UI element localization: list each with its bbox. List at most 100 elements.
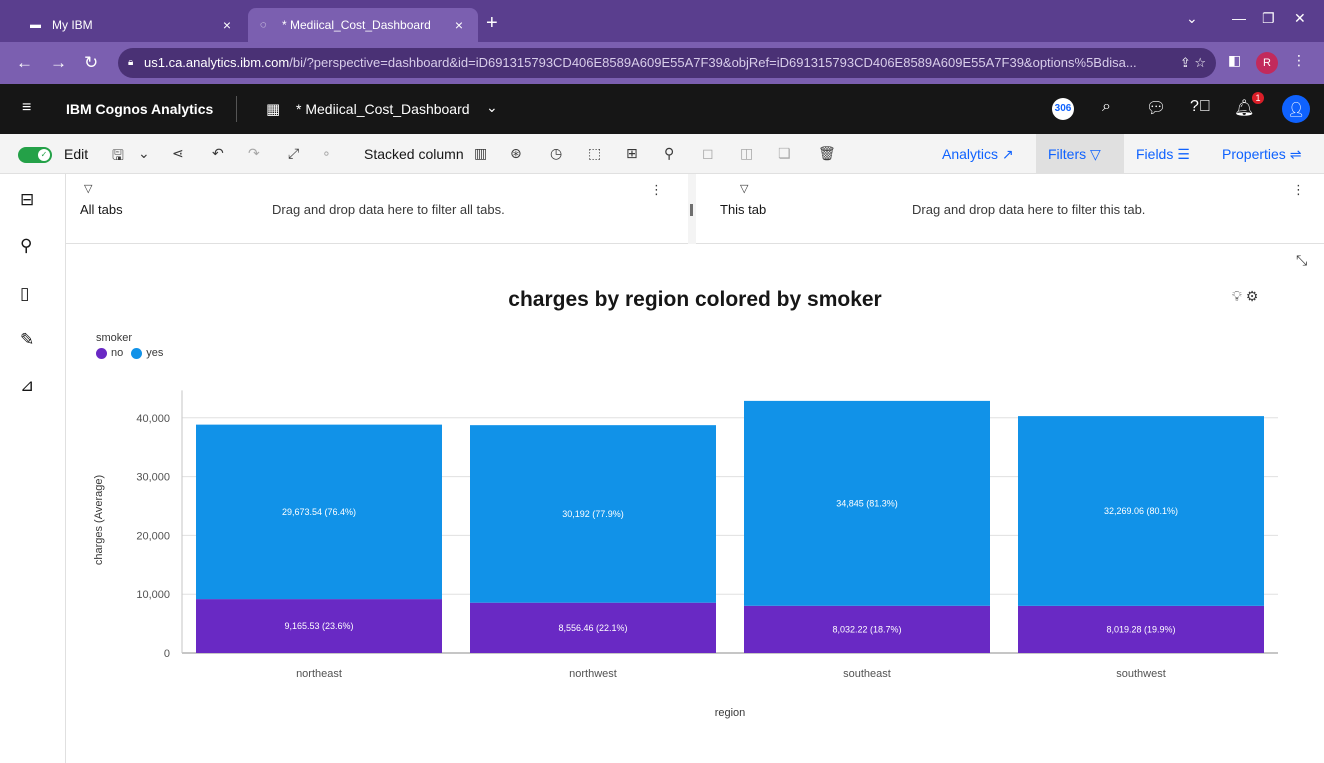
save-icon[interactable]: 🖫︎ — [112, 145, 124, 169]
collapse-icon[interactable]: ⤡ — [1296, 252, 1307, 269]
close-tab-icon[interactable]: × — [452, 17, 466, 33]
browser-tab-strip: ▬ My IBM × ◌ * Mediical_Cost_Dashboard ×… — [0, 0, 1324, 42]
funnel-icon: ▽ — [1090, 146, 1101, 162]
funnel-icon: ▽ — [84, 183, 93, 195]
widgets-icon[interactable]: ⊿ — [20, 376, 34, 396]
address-bar-row: ← → ↻ 🔒︎ us1.ca.analytics.ibm.com/bi/?pe… — [0, 42, 1324, 84]
close-window-icon[interactable]: ✕ — [1294, 10, 1306, 27]
data-label: 8,019.28 (19.9%) — [1106, 624, 1175, 634]
stacked-column-chart[interactable]: 0 10,000 20,000 30,000 40,000 charges (Averag… — [66, 244, 1324, 763]
notification-count-badge: 1 — [1252, 92, 1264, 104]
y-tick-label: 0 — [164, 648, 170, 660]
app-header: ≡ IBM Cognos Analytics ▦ * Mediical_Cost… — [0, 84, 1324, 134]
legend-item-yes[interactable]: yes — [131, 347, 163, 359]
undo-icon[interactable]: ↶ — [212, 145, 224, 162]
more-options-icon[interactable]: ⋮ — [1292, 182, 1305, 198]
properties-button[interactable]: Properties ⇌ — [1222, 146, 1301, 163]
duplicate-icon[interactable]: ❏ — [778, 145, 791, 162]
data-tree-icon[interactable]: ⊟ — [20, 190, 34, 210]
url-path: /bi/?perspective=dashboard&id=iD69131579… — [289, 55, 1137, 70]
share-page-icon[interactable]: ⇪ ☆ — [1180, 48, 1206, 78]
filters-button[interactable]: Filters ▽ — [1048, 146, 1101, 163]
filter-splitter[interactable] — [688, 174, 696, 244]
visualizations-icon[interactable]: ▯ — [20, 284, 29, 304]
y-tick-label: 40,000 — [136, 413, 170, 425]
more-options-icon[interactable]: ⋮ — [650, 182, 663, 198]
insights-icon[interactable]: 💡︎ ⚙︎ — [1232, 288, 1258, 305]
x-tick-label: southwest — [1116, 668, 1166, 680]
fields-icon: ☰ — [1177, 146, 1190, 162]
minimize-icon[interactable]: — — [1232, 10, 1246, 26]
table-icon[interactable]: ⊞ — [626, 145, 638, 162]
forward-icon[interactable]: → — [50, 53, 67, 73]
browser-tab-my-ibm[interactable]: ▬ My IBM × — [18, 8, 246, 42]
y-tick-label: 10,000 — [136, 589, 170, 601]
paste-icon[interactable]: ◫ — [740, 145, 753, 162]
data-label: 8,032.22 (18.7%) — [832, 624, 901, 634]
browser-menu-icon[interactable]: ⋮ — [1292, 52, 1306, 69]
chevron-down-icon[interactable]: ⌄ — [486, 99, 498, 116]
bell-icon[interactable]: 🔔︎ — [1234, 98, 1254, 118]
x-axis-title: region — [715, 707, 746, 719]
legend: no yes — [96, 347, 171, 359]
tab-title: * Mediical_Cost_Dashboard — [282, 18, 431, 32]
this-tab-filter-drop-zone[interactable]: ▽ This tab Drag and drop data here to fi… — [696, 174, 1324, 244]
left-rail: ⊟ ⚲ ▯ ✎ ⊿ — [0, 174, 66, 763]
timer-icon[interactable]: ◷ — [550, 145, 562, 162]
select-area-icon[interactable]: ⬚ — [588, 145, 601, 162]
chevron-down-icon[interactable]: ⌄ — [138, 145, 150, 162]
back-icon[interactable]: ← — [16, 53, 33, 73]
tab-search-chevron-icon[interactable]: ⌄ — [1186, 10, 1198, 27]
new-tab-button[interactable]: + — [486, 12, 498, 35]
fields-label: Fields — [1136, 146, 1174, 162]
drag-handle-icon — [690, 204, 693, 216]
fields-button[interactable]: Fields ☰ — [1136, 146, 1190, 163]
assets-icon[interactable]: ✎ — [20, 330, 34, 350]
pin-icon[interactable]: ⚲ — [20, 236, 32, 256]
all-tabs-filter-drop-zone[interactable]: ▽ All tabs Drag and drop data here to fi… — [66, 174, 688, 244]
browser-tab-dashboard[interactable]: ◌ * Mediical_Cost_Dashboard × — [248, 8, 478, 42]
legend-item-no[interactable]: no — [96, 347, 123, 359]
data-label: 9,165.53 (23.6%) — [284, 621, 353, 631]
properties-icon: ⇌ — [1289, 146, 1302, 162]
user-icon[interactable]: 👤︎ — [1282, 95, 1310, 123]
reload-icon[interactable]: ↻ — [84, 53, 98, 73]
chat-icon[interactable]: 💬︎ — [1146, 98, 1166, 118]
palette-icon[interactable]: ⊛ — [510, 145, 522, 162]
trash-icon[interactable]: 🗑︎ — [818, 145, 836, 162]
legend-swatch — [131, 347, 143, 359]
pin-icon[interactable]: ⚲ — [664, 145, 674, 162]
analytics-label: Analytics — [942, 146, 999, 162]
dashboard-name[interactable]: * Mediical_Cost_Dashboard — [296, 101, 470, 117]
dashboard-icon: ▦ — [266, 101, 281, 118]
chart-title: charges by region colored by smoker — [508, 288, 882, 311]
y-tick-label: 30,000 — [136, 472, 170, 484]
chart-type-selector[interactable]: Stacked column — [364, 146, 464, 162]
ibm-favicon-icon: ▬ — [30, 19, 41, 31]
side-panel-icon[interactable]: ◧ — [1228, 52, 1241, 69]
browser-profile-avatar[interactable]: R — [1256, 52, 1278, 74]
cognos-favicon-icon: ◌ — [260, 19, 267, 31]
edit-mode-toggle[interactable]: ✓ — [18, 147, 52, 163]
status-badge[interactable]: 306 — [1052, 98, 1074, 120]
share-icon[interactable]: ⋖ — [172, 145, 184, 162]
y-tick-label: 20,000 — [136, 530, 170, 542]
connect-icon[interactable]: ∘ — [322, 145, 331, 162]
funnel-icon: ▽ — [740, 183, 749, 195]
menu-icon[interactable]: ≡ — [22, 99, 31, 117]
x-tick-label: southeast — [843, 668, 891, 680]
visualization-widget[interactable]: 0 10,000 20,000 30,000 40,000 charges (Averag… — [66, 244, 1324, 763]
stacked-column-icon[interactable]: ▥ — [474, 145, 487, 162]
analytics-button[interactable]: Analytics ↗ — [942, 146, 1014, 163]
help-icon[interactable]: ?⃝ — [1190, 98, 1211, 116]
dashboard-toolbar: ✓ Edit 🖫︎ ⌄ ⋖ ↶ ↷ ⤢ ∘ Stacked column ▥ ⊛… — [0, 134, 1324, 174]
close-tab-icon[interactable]: × — [220, 17, 234, 33]
url-field[interactable]: 🔒︎ us1.ca.analytics.ibm.com/bi/?perspect… — [118, 48, 1216, 78]
copy-icon[interactable]: ◻ — [702, 145, 714, 162]
redo-icon[interactable]: ↷ — [248, 145, 260, 162]
x-tick-label: northeast — [296, 668, 342, 680]
data-label: 32,269.06 (80.1%) — [1104, 506, 1178, 516]
search-icon[interactable]: ⌕ — [1102, 98, 1111, 116]
expand-icon[interactable]: ⤢ — [288, 145, 299, 162]
restore-icon[interactable]: ❐ — [1262, 10, 1275, 27]
